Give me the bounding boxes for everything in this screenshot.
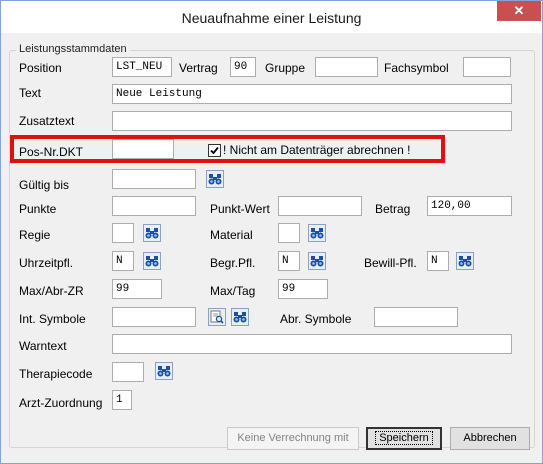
punkte-input[interactable]	[112, 196, 196, 216]
text-label: Text	[19, 86, 42, 100]
leistungsstammdaten-group	[9, 50, 535, 448]
title-bar: Neuaufnahme einer Leistung ✕	[1, 1, 542, 33]
close-button[interactable]: ✕	[497, 1, 541, 21]
abbrechen-button[interactable]: Abbrechen	[450, 427, 530, 450]
maxabr-label: Max/Abr-ZR	[19, 284, 84, 298]
gueltig-input[interactable]	[112, 169, 196, 189]
binoculars-icon[interactable]	[206, 170, 224, 188]
maxabr-input[interactable]: 99	[112, 279, 162, 299]
fachsymbol-input[interactable]	[463, 57, 511, 77]
text-input[interactable]: Neue Leistung	[112, 84, 512, 104]
vertrag-input[interactable]: 90	[230, 57, 256, 77]
zusatztext-label: Zusatztext	[19, 114, 75, 128]
betrag-input[interactable]: 120,00	[427, 196, 512, 216]
position-input[interactable]: LST_NEU	[112, 57, 172, 77]
arzt-label: Arzt-Zuordnung	[19, 396, 103, 410]
material-binoculars-icon[interactable]	[308, 224, 326, 242]
material-input[interactable]	[278, 223, 300, 243]
zusatztext-input[interactable]	[112, 111, 512, 131]
uhrzeit-binoculars-icon[interactable]	[143, 252, 161, 270]
search-list-icon[interactable]	[208, 308, 226, 326]
begr-label: Begr.Pfl.	[210, 256, 256, 270]
begr-input[interactable]: N	[278, 251, 300, 271]
material-label: Material	[210, 228, 253, 242]
therapie-label: Therapiecode	[19, 367, 93, 381]
fachsymbol-label: Fachsymbol	[384, 61, 449, 75]
betrag-label: Betrag	[375, 202, 411, 216]
therapie-binoculars-icon[interactable]	[155, 362, 173, 380]
dialog-window: Neuaufnahme einer Leistung ✕ Leistungsst…	[0, 0, 543, 464]
punkte-label: Punkte	[19, 202, 57, 216]
begr-binoculars-icon[interactable]	[308, 252, 326, 270]
window-title: Neuaufnahme einer Leistung	[181, 10, 362, 26]
abrsym-label: Abr. Symbole	[280, 312, 352, 326]
nicht-abrechnen-label: ! Nicht am Datenträger abrechnen !	[223, 143, 411, 157]
maxtag-input[interactable]: 99	[278, 279, 328, 299]
warntext-input[interactable]	[112, 334, 512, 354]
gueltig-label: Gültig bis	[19, 178, 70, 192]
gruppe-input[interactable]	[315, 57, 378, 77]
uhrzeit-input[interactable]: N	[112, 251, 134, 271]
intsym-input[interactable]	[112, 307, 196, 327]
bewill-binoculars-icon[interactable]	[456, 252, 474, 270]
nicht-abrechnen-checkbox[interactable]	[208, 144, 221, 157]
group-title: Leistungsstammdaten	[16, 43, 130, 55]
dialog-content: Leistungsstammdaten Position LST_NEU Ver…	[1, 33, 542, 463]
regie-input[interactable]	[112, 223, 134, 243]
therapie-input[interactable]	[112, 362, 144, 382]
speichern-label: Speichern	[375, 431, 433, 445]
punktwert-label: Punkt-Wert	[210, 202, 270, 216]
speichern-button[interactable]: Speichern	[366, 427, 442, 450]
posnr-input[interactable]	[112, 139, 174, 159]
keine-verrechnung-button[interactable]: Keine Verrechnung mit	[227, 427, 359, 450]
bewill-input[interactable]: N	[427, 251, 449, 271]
maxtag-label: Max/Tag	[210, 284, 256, 298]
position-label: Position	[19, 61, 62, 75]
arzt-input[interactable]: 1	[112, 390, 132, 410]
regie-label: Regie	[19, 228, 51, 242]
uhrzeit-label: Uhrzeitpfl.	[19, 256, 74, 270]
vertrag-label: Vertrag	[179, 61, 218, 75]
intsym-binoculars-icon[interactable]	[231, 308, 249, 326]
intsym-label: Int. Symbole	[19, 312, 86, 326]
abrsym-input[interactable]	[374, 307, 458, 327]
punktwert-input[interactable]	[278, 196, 362, 216]
bewill-label: Bewill-Pfl.	[364, 256, 417, 270]
regie-binoculars-icon[interactable]	[143, 224, 161, 242]
posnr-label: Pos-Nr.DKT	[19, 145, 84, 159]
gruppe-label: Gruppe	[265, 61, 306, 75]
warntext-label: Warntext	[19, 339, 67, 353]
